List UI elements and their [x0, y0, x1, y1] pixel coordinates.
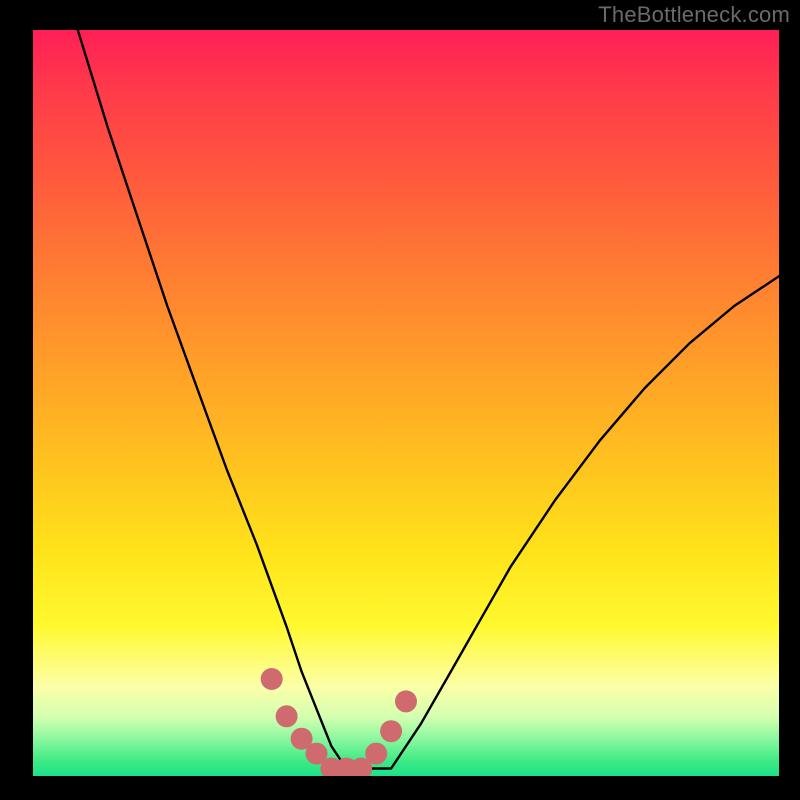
highlight-marker	[365, 743, 387, 765]
chart-svg	[33, 30, 779, 776]
highlight-markers-group	[261, 668, 417, 776]
chart-stage: TheBottleneck.com	[0, 0, 800, 800]
bottleneck-curve	[78, 30, 779, 769]
highlight-marker	[276, 705, 298, 727]
curve-path	[78, 30, 779, 769]
watermark-text: TheBottleneck.com	[598, 2, 790, 28]
plot-area	[33, 30, 779, 776]
highlight-marker	[261, 668, 283, 690]
highlight-marker	[380, 720, 402, 742]
highlight-marker	[395, 690, 417, 712]
